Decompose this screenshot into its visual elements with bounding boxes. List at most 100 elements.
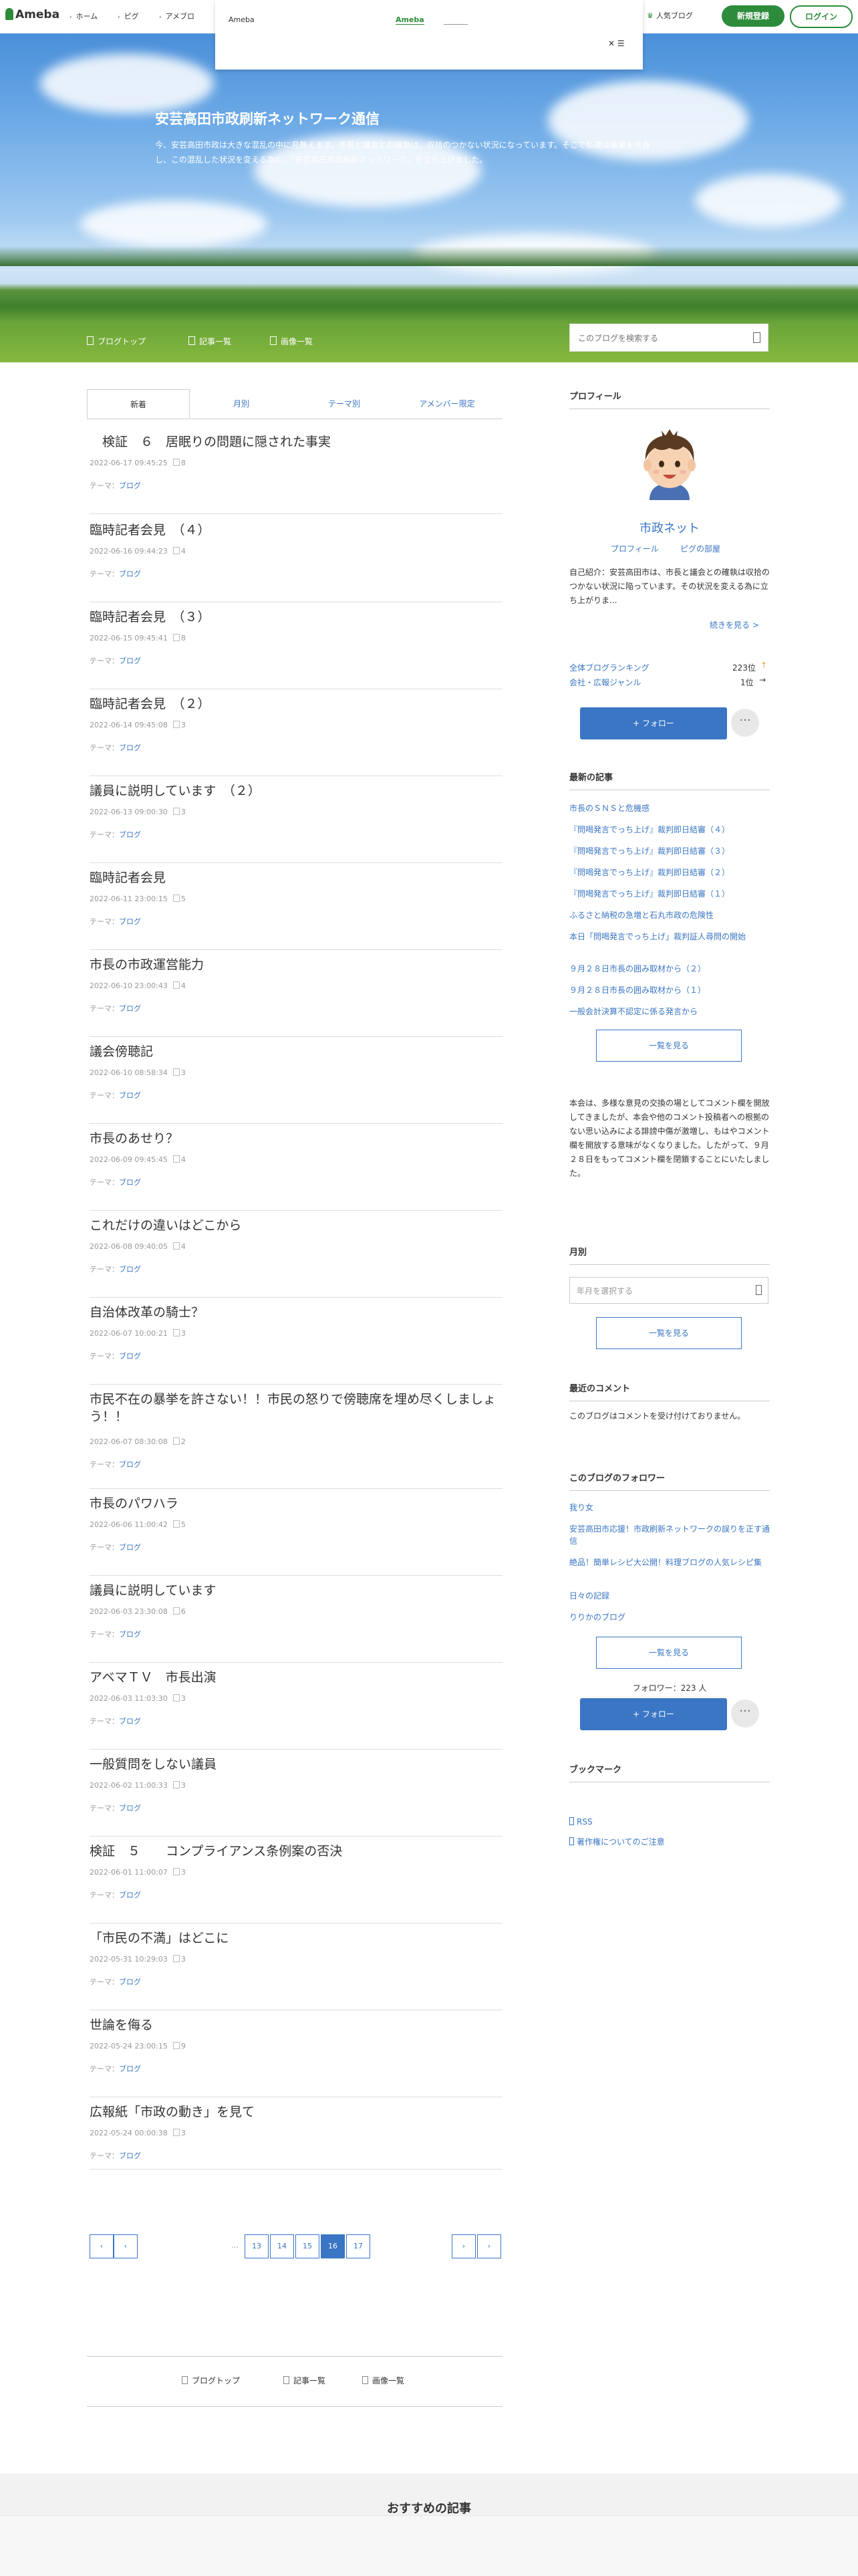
- comment-icon[interactable]: [172, 1242, 180, 1250]
- recent-list-button[interactable]: 一覧を見る: [596, 1030, 742, 1062]
- entry-comment-count[interactable]: 3: [181, 1068, 186, 1077]
- entry-title[interactable]: 検証 ６ 居眠りの問題に隠された事実: [90, 433, 503, 451]
- entry-comment-count[interactable]: 3: [181, 1694, 186, 1703]
- follower-link[interactable]: 日々の記録: [569, 1590, 770, 1602]
- pigg-room-link[interactable]: ピグの部屋: [680, 543, 720, 554]
- page-14[interactable]: 14: [270, 2234, 294, 2258]
- recent-entry-link[interactable]: 『問喝発言でっち上げ』裁判即日結審（２）: [569, 866, 770, 879]
- entry-theme-link[interactable]: ブログ: [119, 1543, 141, 1552]
- profile-more-link[interactable]: 続きを見る >: [710, 619, 759, 630]
- blog-title[interactable]: 安芸高田市政刷新ネットワーク通信: [155, 108, 380, 128]
- more-menu-button[interactable]: ···: [731, 709, 759, 737]
- entry-theme-link[interactable]: ブログ: [119, 1630, 141, 1639]
- topnav-pigg[interactable]: › ピグ: [118, 11, 139, 21]
- recent-entry-link[interactable]: ９月２８日市長の囲み取材から（２）: [569, 963, 770, 975]
- profile-name[interactable]: 市政ネット: [569, 519, 770, 536]
- entry-title[interactable]: 世論を侮る: [90, 2016, 503, 2034]
- entry-title[interactable]: 「市民の不満」はどこに: [90, 1929, 503, 1947]
- comment-icon[interactable]: [172, 547, 180, 554]
- search-icon[interactable]: [753, 332, 760, 343]
- rank-genre-link[interactable]: 会社・広報ジャンル: [569, 677, 641, 688]
- entry-theme-link[interactable]: ブログ: [119, 1178, 141, 1187]
- entry-title[interactable]: 臨時記者会見 （２）: [90, 695, 503, 713]
- comment-icon[interactable]: [172, 1520, 180, 1528]
- profile-link[interactable]: プロフィール: [611, 543, 659, 554]
- entry-theme-link[interactable]: ブログ: [119, 743, 141, 752]
- tab-new[interactable]: 新着: [87, 389, 190, 419]
- comment-icon[interactable]: [172, 808, 180, 815]
- entry-title[interactable]: アベマＴＶ 市長出演: [90, 1669, 503, 1686]
- blog-search-input[interactable]: [577, 331, 740, 346]
- page-16-current[interactable]: 16: [321, 2234, 345, 2258]
- ameba-logo[interactable]: Ameba: [5, 8, 59, 21]
- recent-entry-link[interactable]: 本日「問喝発言でっち上げ」裁判証人尋問の開始: [569, 931, 770, 943]
- entry-theme-link[interactable]: ブログ: [119, 830, 141, 839]
- entry-title[interactable]: 臨時記者会見 （４）: [90, 521, 503, 539]
- ad-link[interactable]: Ameba: [396, 15, 424, 25]
- entry-title[interactable]: 市長のあせり？: [90, 1130, 503, 1147]
- footer-nav-images[interactable]: 画像一覧: [362, 2375, 404, 2386]
- recent-entry-link[interactable]: ふるさと納税の急増と石丸市政の危険性: [569, 909, 770, 921]
- entry-theme-link[interactable]: ブログ: [119, 657, 141, 665]
- entry-comment-count[interactable]: 8: [181, 459, 186, 467]
- topnav-home[interactable]: › ホーム: [69, 11, 98, 21]
- comment-icon[interactable]: [172, 1607, 180, 1615]
- entry-comment-count[interactable]: 3: [181, 1955, 186, 1964]
- monthly-list-button[interactable]: 一覧を見る: [596, 1317, 742, 1349]
- comment-icon[interactable]: [172, 634, 180, 641]
- comment-icon[interactable]: [172, 1068, 180, 1076]
- entry-comment-count[interactable]: 3: [181, 1329, 186, 1338]
- comment-icon[interactable]: [172, 1155, 180, 1163]
- entry-theme-link[interactable]: ブログ: [119, 2065, 141, 2073]
- entry-theme-link[interactable]: ブログ: [119, 1004, 141, 1013]
- avatar[interactable]: [635, 425, 704, 501]
- page-13[interactable]: 13: [245, 2234, 269, 2258]
- entry-comment-count[interactable]: 3: [181, 808, 186, 816]
- follower-link[interactable]: 我り女: [569, 1502, 770, 1514]
- follower-link[interactable]: りりかのブログ: [569, 1611, 770, 1623]
- follower-link[interactable]: 安芸高田市応援！市政刷新ネットワークの誤りを正す通信: [569, 1523, 770, 1547]
- entry-theme-link[interactable]: ブログ: [119, 481, 141, 490]
- entry-title[interactable]: 市長の市政運営能力: [90, 956, 503, 973]
- ad-close-icon[interactable]: ✕ ☰: [608, 39, 625, 48]
- comment-icon[interactable]: [172, 981, 180, 989]
- entry-theme-link[interactable]: ブログ: [119, 1891, 141, 1899]
- entry-title[interactable]: 広報紙「市政の動き」を見て: [90, 2103, 503, 2121]
- blognav-top[interactable]: ブログトップ: [87, 336, 146, 347]
- entry-theme-link[interactable]: ブログ: [119, 1265, 141, 1274]
- entry-theme-link[interactable]: ブログ: [119, 570, 141, 578]
- entry-theme-link[interactable]: ブログ: [119, 1352, 141, 1361]
- comment-icon[interactable]: [172, 1437, 180, 1445]
- recent-entry-link[interactable]: 『問喝発言でっち上げ』裁判即日結審（１）: [569, 888, 770, 900]
- entry-theme-link[interactable]: ブログ: [119, 1460, 141, 1469]
- blognav-list[interactable]: 記事一覧: [188, 336, 231, 347]
- comment-icon[interactable]: [172, 1694, 180, 1702]
- popular-blog-link[interactable]: ♛ 人気ブログ: [647, 10, 693, 21]
- comment-icon[interactable]: [172, 1955, 180, 1962]
- entry-title[interactable]: 検証 ５ コンプライアンス条例案の否決: [90, 1843, 503, 1860]
- entry-comment-count[interactable]: 2: [181, 1437, 186, 1446]
- entry-comment-count[interactable]: 4: [181, 547, 186, 556]
- entry-comment-count[interactable]: 3: [181, 2129, 186, 2137]
- page-17[interactable]: 17: [346, 2234, 370, 2258]
- entry-title[interactable]: 市民不在の暴挙を許さない！！市民の怒りで傍聴席を埋め尽くしましょう！！: [90, 1391, 503, 1425]
- rank-all-link[interactable]: 全体ブログランキング: [569, 662, 650, 673]
- entry-comment-count[interactable]: 8: [181, 634, 186, 642]
- entry-title[interactable]: 一般質問をしない議員: [90, 1756, 503, 1773]
- entry-comment-count[interactable]: 4: [181, 1155, 186, 1164]
- blognav-images[interactable]: 画像一覧: [270, 336, 313, 347]
- entry-title[interactable]: 議員に説明しています （２）: [90, 782, 503, 800]
- page-15[interactable]: 15: [295, 2234, 319, 2258]
- recent-entry-link[interactable]: 一般会計決算不認定に係る発言から: [569, 1006, 770, 1018]
- month-select[interactable]: 年月を選択する: [569, 1277, 768, 1304]
- rss-link[interactable]: RSS: [569, 1817, 593, 1827]
- entry-comment-count[interactable]: 3: [181, 1781, 186, 1790]
- recent-entry-link[interactable]: 『問喝発言でっち上げ』裁判即日結審（４）: [569, 824, 770, 836]
- entry-theme-link[interactable]: ブログ: [119, 1804, 141, 1812]
- comment-icon[interactable]: [172, 459, 180, 466]
- entry-comment-count[interactable]: 5: [181, 1520, 186, 1529]
- tab-amember[interactable]: アメンバー限定: [396, 389, 498, 419]
- more-menu-button-bottom[interactable]: ···: [731, 1700, 759, 1728]
- footer-nav-list[interactable]: 記事一覧: [283, 2375, 325, 2386]
- entry-comment-count[interactable]: 4: [181, 981, 186, 990]
